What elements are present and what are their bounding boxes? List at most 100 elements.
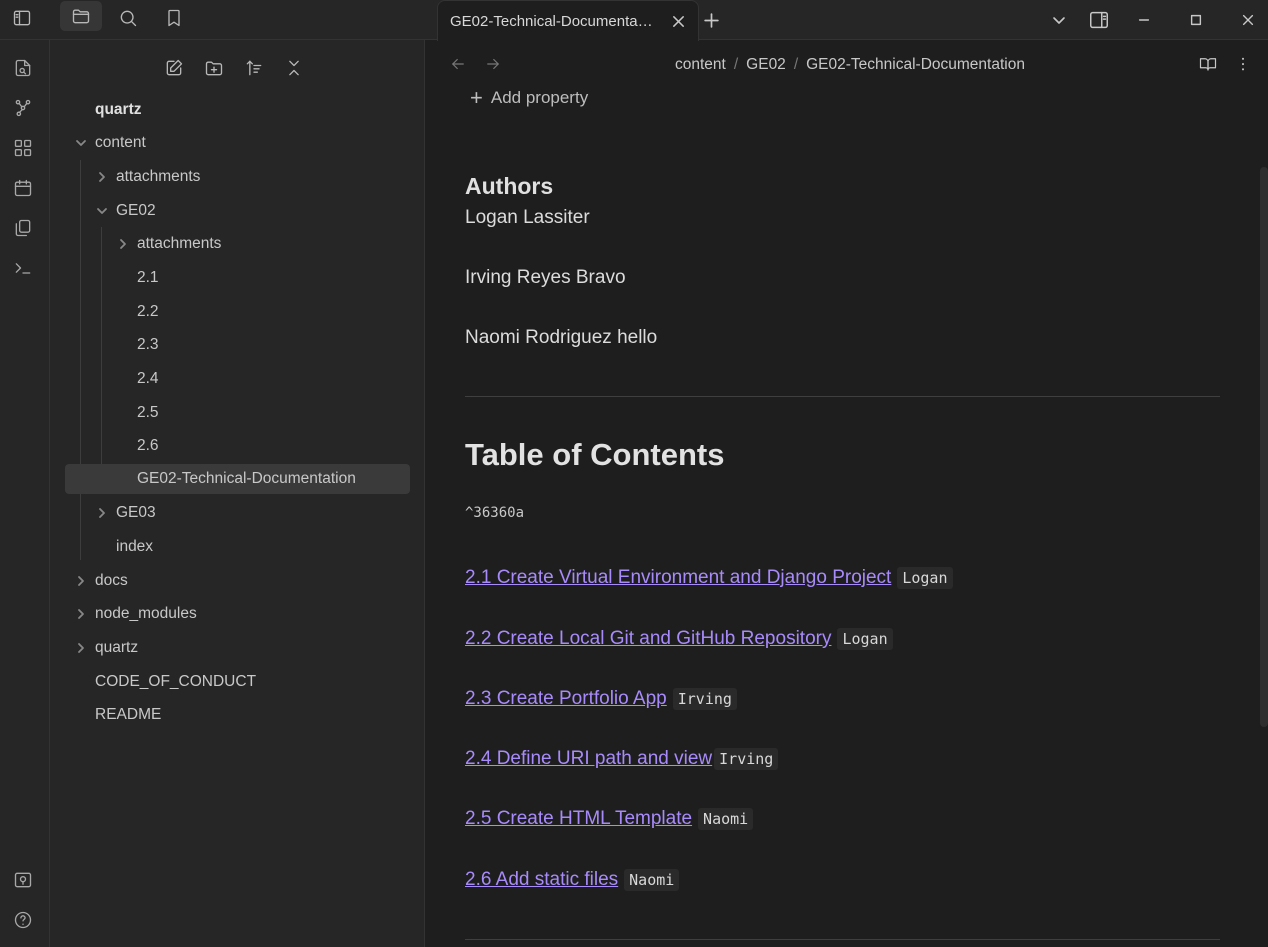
author-tag: Naomi xyxy=(698,808,754,830)
toc-link[interactable]: 2.2 Create Local Git and GitHub Reposito… xyxy=(465,628,831,650)
horizontal-rule xyxy=(465,396,1220,397)
toc-link[interactable]: 2.1 Create Virtual Environment and Djang… xyxy=(465,567,891,589)
tree-item-label: GE02 xyxy=(116,202,156,219)
forward-arrow-icon[interactable] xyxy=(481,52,505,76)
close-icon[interactable] xyxy=(668,11,688,31)
help-icon[interactable] xyxy=(11,908,35,932)
reading-view-icon[interactable] xyxy=(1196,52,1220,76)
author-tag: Irving xyxy=(672,688,737,710)
daily-note-icon[interactable] xyxy=(11,176,35,200)
toc-link[interactable]: 2.5 Create HTML Template xyxy=(465,808,692,830)
vault-switcher-icon[interactable] xyxy=(11,868,35,892)
window-close-icon[interactable] xyxy=(1234,6,1262,34)
canvas-icon[interactable] xyxy=(11,136,35,160)
chevron-right-icon xyxy=(74,641,88,655)
file-explorer: quartz content attachments GE02 attachme… xyxy=(50,40,425,947)
breadcrumb-separator: / xyxy=(733,56,739,73)
tree-folder-ge03[interactable]: GE03 xyxy=(95,498,156,528)
new-tab-icon[interactable] xyxy=(697,6,725,34)
tree-file-2-4[interactable]: 2.4 xyxy=(137,364,159,394)
tree-folder-attachments[interactable]: attachments xyxy=(116,229,221,259)
file-explorer-actions xyxy=(160,54,308,82)
tree-file-2-3[interactable]: 2.3 xyxy=(137,330,159,360)
open-quick-switcher-icon[interactable] xyxy=(11,56,35,80)
tab-ge02-technical-documentation[interactable]: GE02-Technical-Documentation xyxy=(437,0,699,41)
tree-file-readme[interactable]: README xyxy=(95,700,161,730)
toc-entry: 2.3 Create Portfolio App Irving xyxy=(465,688,737,710)
sidebar-header xyxy=(0,0,425,40)
plus-icon: + xyxy=(470,87,483,110)
tab-bar: GE02-Technical-Documentation xyxy=(425,0,1268,41)
tree-file-code-of-conduct[interactable]: CODE_OF_CONDUCT xyxy=(95,667,256,697)
chevron-down-icon xyxy=(74,136,88,150)
command-palette-icon[interactable] xyxy=(11,256,35,280)
tree-item-label: docs xyxy=(95,572,128,589)
indent-guide xyxy=(80,160,81,560)
left-sidebar-toggle-icon[interactable] xyxy=(4,4,40,32)
indent-guide xyxy=(101,227,102,494)
tree-file-index[interactable]: index xyxy=(116,532,153,562)
toc-entry: 2.4 Define URI path and view Irving xyxy=(465,748,779,770)
author-tag: Logan xyxy=(897,567,953,589)
bookmarks-icon[interactable] xyxy=(156,4,192,32)
right-sidebar-toggle-icon[interactable] xyxy=(1085,6,1113,34)
tree-folder-quartz[interactable]: quartz xyxy=(74,633,138,663)
chevron-right-icon xyxy=(74,607,88,621)
breadcrumb-separator: / xyxy=(793,56,799,73)
breadcrumb-item[interactable]: content xyxy=(675,56,726,74)
tree-item-label: node_modules xyxy=(95,605,197,622)
sort-icon[interactable] xyxy=(240,54,268,82)
tree-item-label: GE02-Technical-Documentation xyxy=(137,470,356,487)
add-property-button[interactable]: + Add property xyxy=(470,87,588,109)
back-arrow-icon[interactable] xyxy=(446,52,470,76)
toc-entry: 2.2 Create Local Git and GitHub Reposito… xyxy=(465,628,893,650)
tree-file-2-2[interactable]: 2.2 xyxy=(137,297,159,327)
scrollbar[interactable] xyxy=(1260,167,1268,727)
files-icon[interactable] xyxy=(60,1,102,31)
toc-link[interactable]: 2.3 Create Portfolio App xyxy=(465,688,667,710)
minimize-icon[interactable] xyxy=(1130,6,1158,34)
tab-title: GE02-Technical-Documentation xyxy=(450,12,655,30)
ribbon xyxy=(0,0,50,947)
add-property-label: Add property xyxy=(490,88,589,107)
block-id: ^36360a xyxy=(465,505,525,521)
tree-folder-ge02[interactable]: GE02 xyxy=(95,196,156,226)
chevron-down-icon xyxy=(95,204,109,218)
tree-item-label: attachments xyxy=(116,168,201,185)
toc-entry: 2.1 Create Virtual Environment and Djang… xyxy=(465,567,953,589)
author-tag: Irving xyxy=(714,748,779,770)
tree-folder-docs[interactable]: docs xyxy=(74,566,128,596)
templates-icon[interactable] xyxy=(11,216,35,240)
tree-folder-content[interactable]: content xyxy=(74,128,146,158)
tree-folder-attachments[interactable]: attachments xyxy=(95,162,200,192)
new-folder-icon[interactable] xyxy=(200,54,228,82)
maximize-icon[interactable] xyxy=(1182,6,1210,34)
view-header: content / GE02 / GE02-Technical-Document… xyxy=(425,41,1268,87)
tree-file-ge02-technical-documentation[interactable]: GE02-Technical-Documentation xyxy=(65,464,410,494)
new-note-icon[interactable] xyxy=(160,54,188,82)
graph-view-icon[interactable] xyxy=(11,96,35,120)
chevron-right-icon xyxy=(95,506,109,520)
tree-item-label: attachments xyxy=(137,235,222,252)
collapse-all-icon[interactable] xyxy=(280,54,308,82)
more-options-icon[interactable] xyxy=(1231,52,1255,76)
toc-heading: Table of Contents xyxy=(465,437,725,472)
breadcrumb-item[interactable]: GE02-Technical-Documentation xyxy=(806,56,1025,74)
chevron-right-icon xyxy=(74,574,88,588)
chevron-right-icon xyxy=(95,170,109,184)
horizontal-rule xyxy=(465,939,1220,940)
tree-folder-node-modules[interactable]: node_modules xyxy=(74,599,197,629)
toc-link[interactable]: 2.4 Define URI path and view xyxy=(465,748,712,770)
note-content[interactable]: + Add property Authors Logan Lassiter Ir… xyxy=(425,87,1268,947)
tab-list-chevron-icon[interactable] xyxy=(1045,6,1073,34)
tree-file-2-1[interactable]: 2.1 xyxy=(137,263,159,293)
authors-heading: Authors xyxy=(465,173,554,199)
toc-entry: 2.5 Create HTML Template Naomi xyxy=(465,808,754,830)
search-icon[interactable] xyxy=(110,4,146,32)
tree-item-label: content xyxy=(95,134,146,151)
tree-file-2-5[interactable]: 2.5 xyxy=(137,398,159,428)
breadcrumb-item[interactable]: GE02 xyxy=(746,56,786,74)
tree-file-2-6[interactable]: 2.6 xyxy=(137,431,159,461)
toc-link[interactable]: 2.6 Add static files xyxy=(465,869,618,891)
vault-name[interactable]: quartz xyxy=(95,95,142,125)
